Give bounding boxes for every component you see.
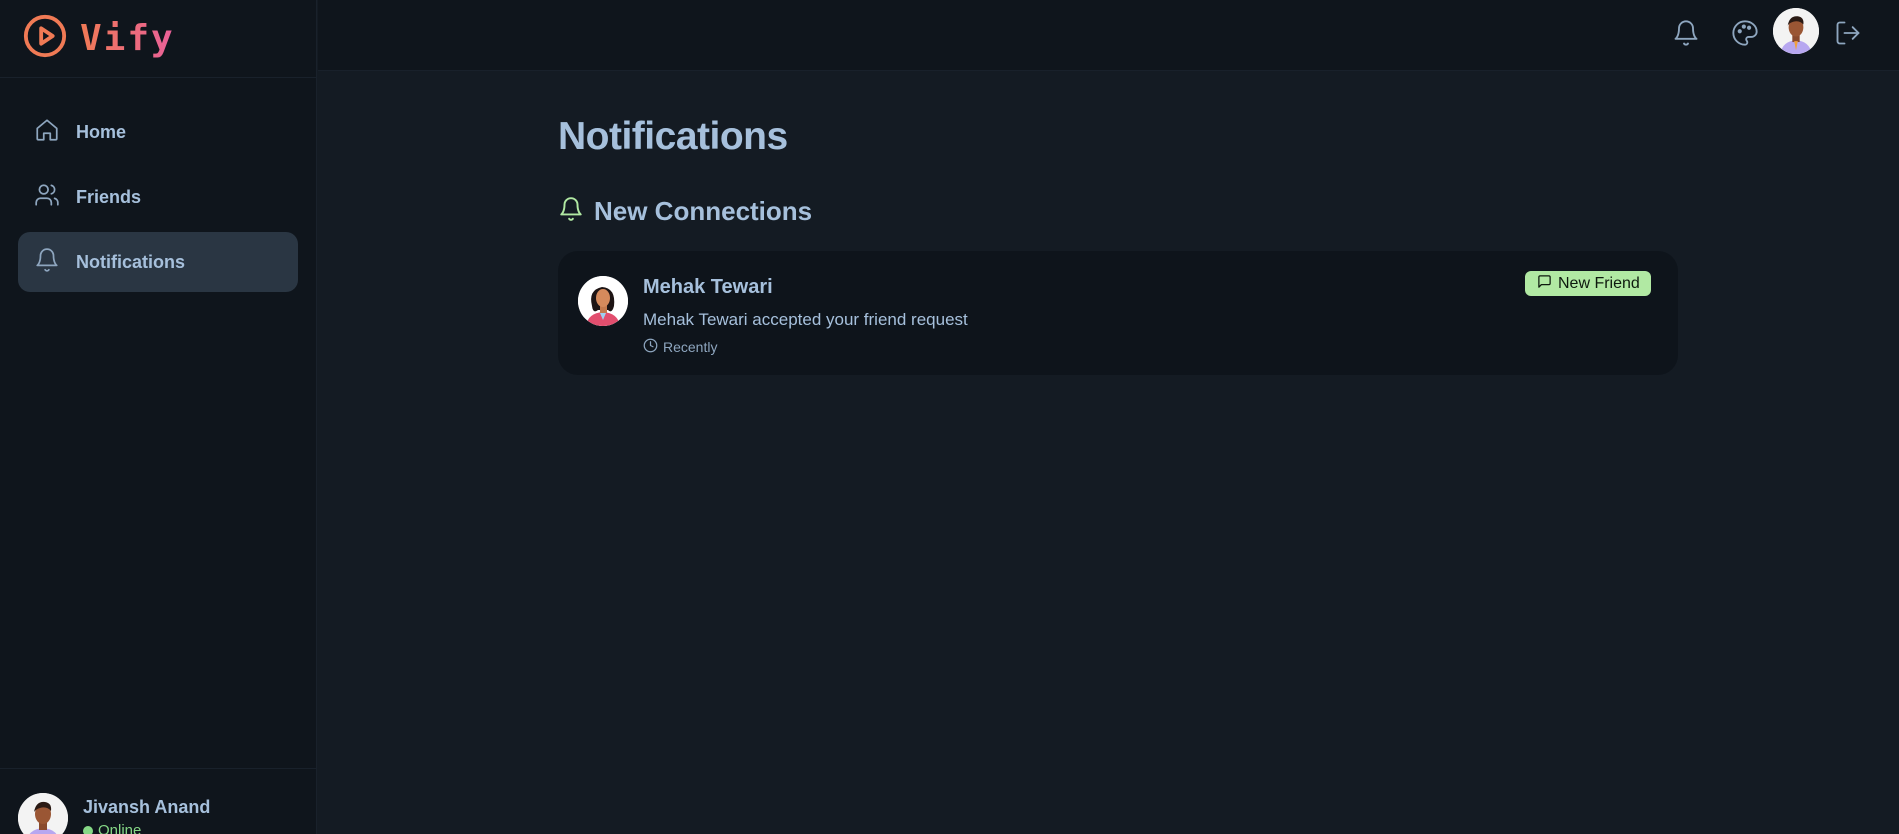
section-title: New Connections bbox=[594, 196, 813, 226]
notification-message: Mehak Tewari accepted your friend reques… bbox=[643, 310, 968, 329]
logo[interactable]: Vify bbox=[0, 0, 316, 78]
user-info: Jivansh Anand Online bbox=[83, 793, 210, 834]
logout-icon bbox=[1834, 19, 1862, 52]
badge-label: New Friend bbox=[1558, 274, 1640, 292]
sidebar-item-friends[interactable]: Friends bbox=[18, 167, 298, 227]
sidebar-nav: Home Friends Notifications bbox=[0, 78, 316, 292]
play-circle-icon bbox=[22, 13, 68, 64]
current-user[interactable]: Jivansh Anand Online bbox=[0, 768, 317, 834]
home-icon bbox=[34, 117, 76, 148]
sidebar-item-notifications[interactable]: Notifications bbox=[18, 232, 298, 292]
clock-icon bbox=[643, 338, 663, 356]
bell-icon bbox=[1672, 19, 1700, 52]
sidebar-item-label: Notifications bbox=[76, 251, 186, 272]
notification-time-text: Recently bbox=[663, 339, 718, 355]
sidebar-item-label: Home bbox=[76, 121, 127, 142]
sidebar-item-home[interactable]: Home bbox=[18, 102, 298, 162]
user-status-text: Online bbox=[98, 822, 142, 834]
bell-icon bbox=[34, 247, 76, 278]
sidebar-item-label: Friends bbox=[76, 186, 142, 207]
status-badge: New Friend bbox=[1525, 271, 1651, 296]
avatar[interactable] bbox=[1773, 8, 1819, 54]
sidebar: Vify Home Friends Notifications Jivansh … bbox=[0, 0, 317, 834]
notifications-button[interactable] bbox=[1664, 13, 1708, 57]
user-name: Jivansh Anand bbox=[83, 797, 211, 817]
avatar bbox=[18, 793, 68, 834]
avatar[interactable] bbox=[578, 276, 628, 326]
status-badge: Online bbox=[83, 822, 210, 834]
logout-button[interactable] bbox=[1826, 13, 1870, 57]
message-square-icon bbox=[1537, 274, 1558, 294]
palette-icon bbox=[1731, 19, 1759, 52]
notification-time: Recently bbox=[643, 338, 717, 356]
online-dot-icon bbox=[83, 825, 93, 834]
page-title: Notifications bbox=[558, 115, 788, 158]
top-bar bbox=[318, 0, 1899, 71]
notification-card: Mehak Tewari Mehak Tewari accepted your … bbox=[558, 251, 1678, 375]
app-name: Vify bbox=[80, 18, 175, 59]
bell-icon bbox=[558, 196, 594, 227]
theme-button[interactable] bbox=[1723, 13, 1767, 57]
section-header: New Connections bbox=[558, 196, 812, 227]
users-icon bbox=[34, 182, 76, 213]
main-content: Notifications New Connections Mehak Tewa… bbox=[318, 71, 1899, 834]
notification-sender: Mehak Tewari bbox=[643, 276, 773, 298]
